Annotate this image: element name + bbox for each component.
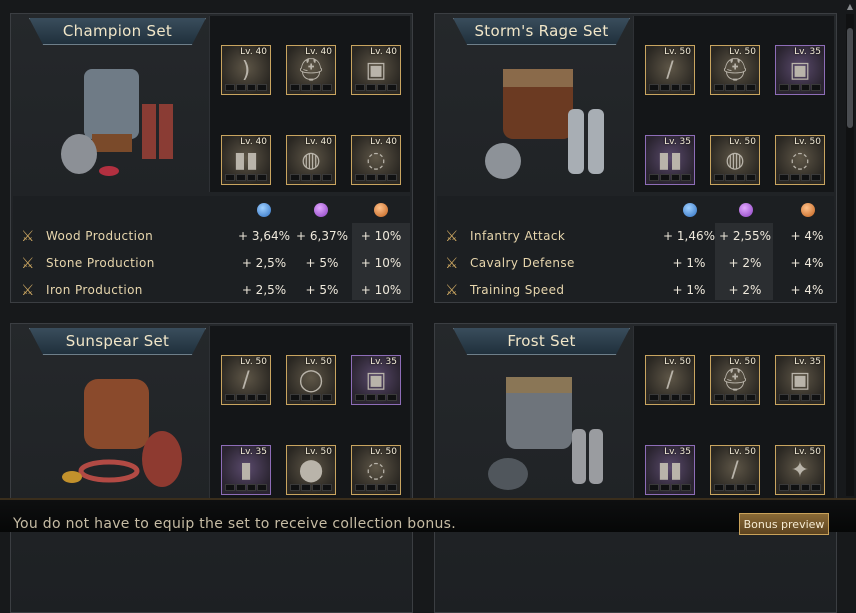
- item-slot[interactable]: ▮▮ Lv. 35: [645, 445, 695, 495]
- sword-icon: ⚔: [21, 227, 35, 245]
- set-panel-storms-rage: Storm's Rage Set / Lv. 50 ⛑ Lv. 50 ▣ Lv. 35…: [434, 13, 837, 303]
- spear-icon: /: [242, 368, 250, 393]
- chainmail-icon: ▣: [365, 58, 387, 83]
- sword-icon: ⚔: [21, 281, 35, 299]
- scrollbar-thumb[interactable]: [847, 28, 853, 128]
- chainmail-icon: ▣: [789, 368, 811, 393]
- stat-row: ⚔ Stone Production + 2,5% + 5% + 10%: [21, 254, 402, 272]
- set-panel-frost: Frost Set / Lv. 50 ⛑ Lv. 50 ▣ Lv. 35 ▮▮ Lv. …: [434, 323, 837, 613]
- set-title: Sunspear Set: [29, 328, 206, 355]
- set-preview-image: [455, 354, 631, 504]
- item-slot[interactable]: ▮▮ Lv. 35: [645, 135, 695, 185]
- sword-icon: ⚔: [21, 254, 35, 272]
- orange-tier-icon: [801, 203, 815, 217]
- ring-icon: ◍: [301, 148, 321, 173]
- sword-icon: /: [666, 58, 674, 83]
- footer-bar: You do not have to equip the set to rece…: [0, 498, 856, 535]
- set-bonus-table: ⚔ Infantry Attack + 1,46% + 2,55% + 4% ⚔…: [437, 196, 834, 300]
- set-panel-champion: Champion Set ) Lv. 40 ⛑ Lv. 40 ▣ Lv. 40 ▮▮ L…: [10, 13, 413, 303]
- item-slot[interactable]: ▮ Lv. 35: [221, 445, 271, 495]
- item-slot[interactable]: / Lv. 50: [221, 355, 271, 405]
- item-slot[interactable]: ⬤ Lv. 50: [286, 445, 336, 495]
- item-slot[interactable]: / Lv. 50: [645, 355, 695, 405]
- sword-icon: ⚔: [445, 227, 459, 245]
- equipment-slots: / Lv. 50 ◯ Lv. 50 ▣ Lv. 35 ▮ Lv. 35 ⬤ Lv. 50 …: [209, 326, 410, 502]
- item-slot[interactable]: ⛑ Lv. 50: [710, 355, 760, 405]
- ring-icon: ◍: [725, 148, 745, 173]
- item-slot[interactable]: ▮▮ Lv. 40: [221, 135, 271, 185]
- boots-icon: ▮▮: [233, 148, 259, 173]
- shield-icon: ✦: [790, 458, 810, 483]
- purple-tier-icon: [739, 203, 753, 217]
- blue-tier-icon: [683, 203, 697, 217]
- stat-row: ⚔ Cavalry Defense + 1% + 2% + 4%: [445, 254, 824, 272]
- set-title: Champion Set: [29, 18, 206, 45]
- item-slot[interactable]: / Lv. 50: [645, 45, 695, 95]
- amulet-icon: ◌: [790, 148, 810, 173]
- set-title: Frost Set: [453, 328, 630, 355]
- bonus-preview-button[interactable]: Bonus preview: [739, 513, 829, 535]
- boots-icon: ▮: [239, 458, 253, 483]
- scroll-up-icon[interactable]: ▲: [846, 2, 854, 12]
- set-panel-sunspear: Sunspear Set / Lv. 50 ◯ Lv. 50 ▣ Lv. 35 ▮ Lv…: [10, 323, 413, 613]
- item-slot[interactable]: ◌ Lv. 50: [351, 445, 401, 495]
- item-slot[interactable]: ◯ Lv. 50: [286, 355, 336, 405]
- item-slot[interactable]: ▣ Lv. 40: [351, 45, 401, 95]
- equipment-slots: / Lv. 50 ⛑ Lv. 50 ▣ Lv. 35 ▮▮ Lv. 35 /Lv. 50…: [633, 326, 834, 502]
- blue-tier-icon: [257, 203, 271, 217]
- stat-row: ⚔ Training Speed + 1% + 2% + 4%: [445, 281, 824, 299]
- bow-icon: ): [241, 58, 251, 83]
- item-slot[interactable]: / Lv. 50: [710, 445, 760, 495]
- helmet-icon: ⛑: [297, 58, 325, 83]
- purple-tier-icon: [314, 203, 328, 217]
- item-slot[interactable]: ⛑ Lv. 50: [710, 45, 760, 95]
- set-bonus-table: ⚔ Wood Production + 3,64% + 6,37% + 10% …: [13, 196, 410, 300]
- item-slot[interactable]: ) Lv. 40: [221, 45, 271, 95]
- stat-row: ⚔ Infantry Attack + 1,46% + 2,55% + 4%: [445, 227, 824, 245]
- set-preview-image: [31, 44, 207, 194]
- bracelet-icon: ◯: [298, 368, 324, 393]
- armor-icon: ▣: [365, 368, 387, 393]
- item-slot[interactable]: ⛑ Lv. 40: [286, 45, 336, 95]
- sword-icon: /: [731, 458, 739, 483]
- amulet-icon: ◌: [366, 458, 386, 483]
- necklace-icon: ◌: [366, 148, 386, 173]
- sword-icon: ⚔: [445, 254, 459, 272]
- item-slot[interactable]: ◍ Lv. 50: [710, 135, 760, 185]
- stat-row: ⚔ Wood Production + 3,64% + 6,37% + 10%: [21, 227, 402, 245]
- spear-icon: /: [666, 368, 674, 393]
- stat-row: ⚔ Iron Production + 2,5% + 5% + 10%: [21, 281, 402, 299]
- item-slot[interactable]: ▣ Lv. 35: [351, 355, 401, 405]
- helmet-icon: ⛑: [721, 368, 749, 393]
- armor-icon: ▣: [789, 58, 811, 83]
- greaves-icon: ▮▮: [657, 148, 683, 173]
- set-preview-image: [455, 44, 631, 194]
- orange-tier-icon: [374, 203, 388, 217]
- helmet-icon: ⛑: [721, 58, 749, 83]
- set-title: Storm's Rage Set: [453, 18, 630, 45]
- equipment-slots: ) Lv. 40 ⛑ Lv. 40 ▣ Lv. 40 ▮▮ Lv. 40 ◍ Lv. 40…: [209, 16, 410, 192]
- item-slot[interactable]: ▣ Lv. 35: [775, 355, 825, 405]
- shield-icon: ⬤: [298, 458, 324, 483]
- set-preview-image: [31, 354, 207, 504]
- item-slot[interactable]: ◍ Lv. 40: [286, 135, 336, 185]
- equipment-slots: / Lv. 50 ⛑ Lv. 50 ▣ Lv. 35 ▮▮ Lv. 35 ◍ Lv. 50…: [633, 16, 834, 192]
- item-slot[interactable]: ▣ Lv. 35: [775, 45, 825, 95]
- item-slot[interactable]: ✦ Lv. 50: [775, 445, 825, 495]
- sword-icon: ⚔: [445, 281, 459, 299]
- item-slot[interactable]: ◌ Lv. 50: [775, 135, 825, 185]
- item-slot[interactable]: ◌ Lv. 40: [351, 135, 401, 185]
- boots-icon: ▮▮: [657, 458, 683, 483]
